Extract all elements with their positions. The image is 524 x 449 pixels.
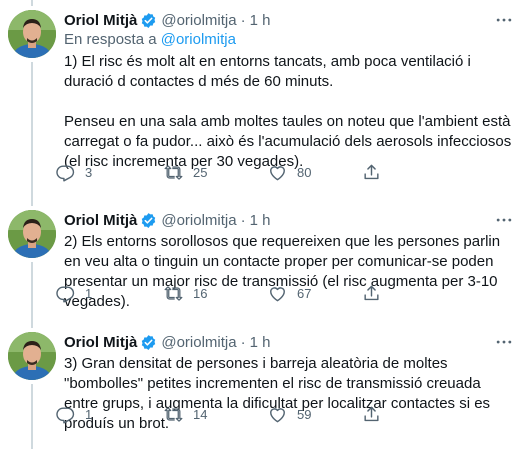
thread-line: [31, 322, 33, 328]
timestamp[interactable]: 1 h: [250, 12, 271, 29]
author-name[interactable]: Oriol Mitjà: [64, 212, 137, 229]
like-button[interactable]: 67: [268, 284, 311, 303]
thread-line: [31, 62, 33, 200]
reply-icon: [56, 284, 75, 303]
more-options-icon[interactable]: [494, 10, 514, 30]
retweet-icon: [164, 405, 183, 424]
author-handle[interactable]: @oriolmitja: [161, 212, 236, 229]
like-button[interactable]: 80: [268, 163, 311, 182]
retweet-count: 14: [193, 406, 208, 422]
reply-button[interactable]: 3: [56, 163, 92, 182]
retweet-button[interactable]: 16: [164, 284, 207, 303]
thread-line: [31, 200, 33, 206]
retweet-icon: [164, 284, 183, 303]
separator: ·: [240, 333, 246, 351]
author-name[interactable]: Oriol Mitjà: [64, 12, 137, 29]
tweet[interactable]: Oriol Mitjà @oriolmitja · 1 h 3) Gran de…: [0, 322, 524, 449]
reply-mention-link[interactable]: @oriolmitja: [161, 31, 236, 48]
reply-icon: [56, 405, 75, 424]
retweet-button[interactable]: 25: [164, 163, 207, 182]
heart-icon: [268, 284, 287, 303]
reply-prefix: En resposta a: [64, 31, 161, 48]
timestamp[interactable]: 1 h: [250, 334, 271, 351]
retweet-icon: [164, 163, 183, 182]
retweet-count: 16: [193, 285, 208, 301]
separator: ·: [240, 11, 246, 29]
share-icon: [362, 163, 381, 182]
share-icon: [362, 405, 381, 424]
reply-icon: [56, 163, 75, 182]
tweet-text: 1) El risc és molt alt en entorns tancat…: [64, 53, 512, 170]
reply-count: 3: [85, 164, 93, 180]
share-button[interactable]: [362, 284, 381, 303]
avatar[interactable]: [8, 210, 56, 258]
reply-count: 1: [85, 285, 93, 301]
tweet[interactable]: Oriol Mitjà @oriolmitja · 1 h 2) Els ent…: [0, 200, 524, 322]
author-handle[interactable]: @oriolmitja: [161, 334, 236, 351]
author-handle[interactable]: @oriolmitja: [161, 12, 236, 29]
avatar[interactable]: [8, 332, 56, 380]
like-count: 59: [297, 406, 312, 422]
reply-button[interactable]: 1: [56, 284, 92, 303]
share-button[interactable]: [362, 163, 381, 182]
reply-count: 1: [85, 406, 93, 422]
thread-line: [31, 384, 33, 449]
heart-icon: [268, 163, 287, 182]
verified-badge-icon: [140, 212, 157, 229]
more-options-icon[interactable]: [494, 210, 514, 230]
retweet-button[interactable]: 14: [164, 405, 207, 424]
verified-badge-icon: [140, 334, 157, 351]
verified-badge-icon: [140, 12, 157, 29]
like-count: 67: [297, 285, 312, 301]
more-options-icon[interactable]: [494, 332, 514, 352]
heart-icon: [268, 405, 287, 424]
timestamp[interactable]: 1 h: [250, 212, 271, 229]
share-button[interactable]: [362, 405, 381, 424]
reply-button[interactable]: 1: [56, 405, 92, 424]
thread-line: [31, 0, 33, 6]
reply-context: En resposta a @oriolmitja: [64, 30, 516, 50]
author-name[interactable]: Oriol Mitjà: [64, 334, 137, 351]
avatar[interactable]: [8, 10, 56, 58]
tweet[interactable]: Oriol Mitjà @oriolmitja · 1 h En respost…: [0, 0, 524, 200]
share-icon: [362, 284, 381, 303]
thread-line: [31, 262, 33, 322]
separator: ·: [240, 211, 246, 229]
retweet-count: 25: [193, 164, 208, 180]
like-count: 80: [297, 164, 312, 180]
like-button[interactable]: 59: [268, 405, 311, 424]
